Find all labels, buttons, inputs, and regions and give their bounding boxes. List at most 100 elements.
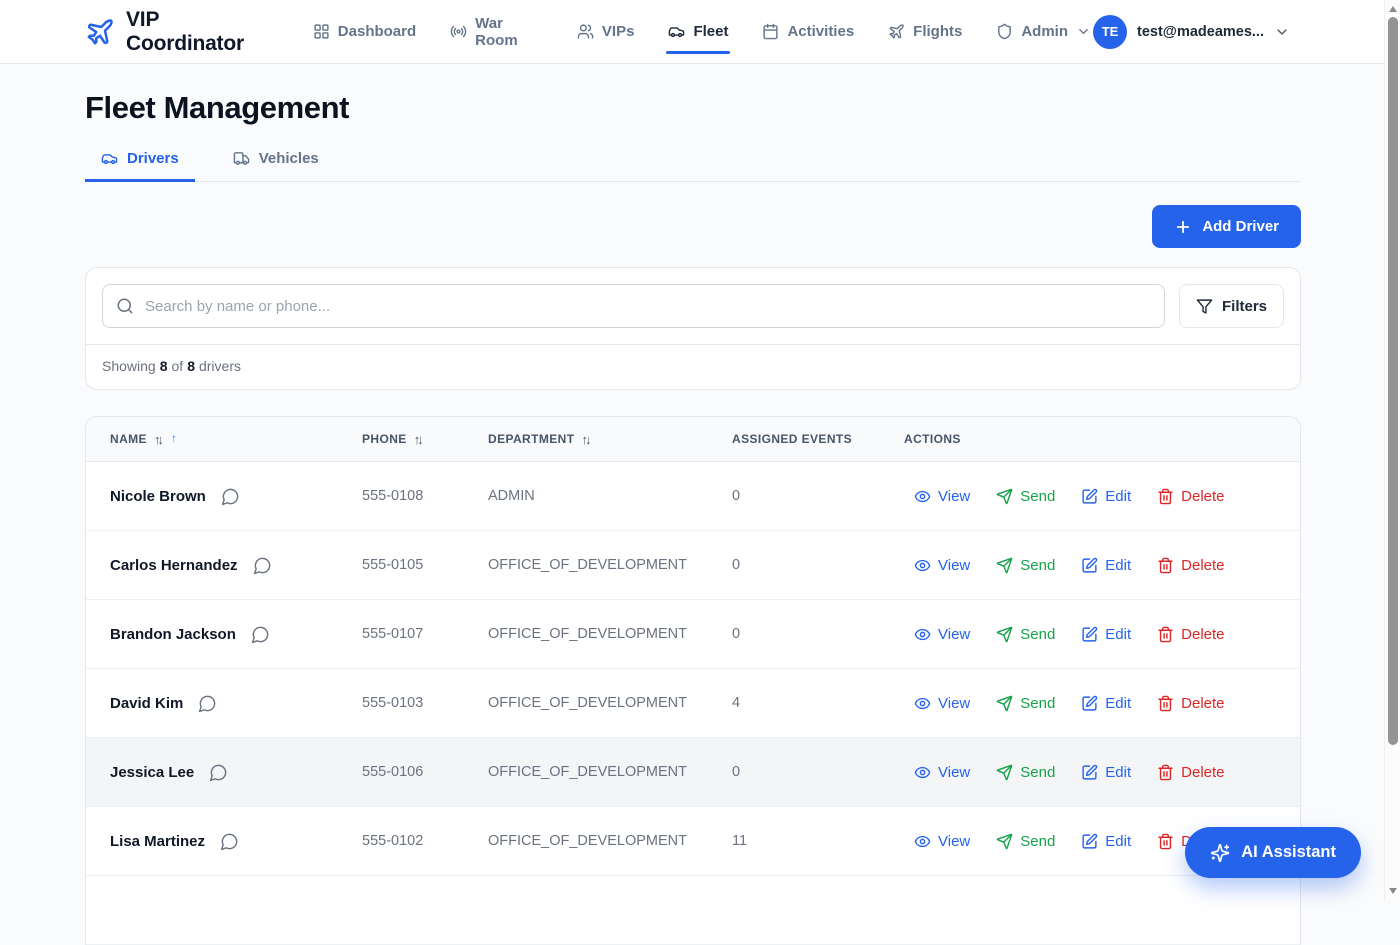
filter-icon: [1196, 298, 1213, 315]
column-header-name[interactable]: NAME↑↓↑: [110, 432, 362, 447]
send-action-button[interactable]: Send: [996, 764, 1055, 781]
drivers-table: NAME↑↓↑PHONE↑↓DEPARTMENT↑↓ASSIGNED EVENT…: [85, 416, 1301, 945]
delete-action-button[interactable]: Delete: [1157, 626, 1224, 643]
assigned-events-count: 0: [732, 626, 904, 642]
chat-icon[interactable]: [251, 625, 270, 644]
chat-icon[interactable]: [253, 556, 272, 575]
top-navbar: VIP Coordinator Dashboard War Room VIPs Fle…: [0, 0, 1400, 64]
edit-action-button[interactable]: Edit: [1081, 695, 1131, 712]
main-content: Fleet Management Drivers Vehicles Add Dri…: [85, 90, 1301, 945]
view-action-button[interactable]: View: [914, 764, 970, 781]
nav-item-vips[interactable]: VIPs: [575, 19, 637, 44]
view-action-button[interactable]: View: [914, 833, 970, 850]
action-label: Delete: [1181, 626, 1224, 643]
nav-item-label: Admin: [1021, 23, 1068, 40]
nav-item-fleet[interactable]: Fleet: [666, 19, 730, 44]
row-actions: View Send Edit Delete: [904, 488, 1300, 505]
trash-icon: [1157, 488, 1174, 505]
delete-action-button[interactable]: Delete: [1157, 764, 1224, 781]
send-action-button[interactable]: Send: [996, 695, 1055, 712]
delete-action-button[interactable]: Delete: [1157, 557, 1224, 574]
tab-drivers[interactable]: Drivers: [85, 150, 195, 182]
chat-icon[interactable]: [220, 832, 239, 851]
search-panel: Filters Showing 8 of 8 drivers: [85, 267, 1301, 390]
edit-action-button[interactable]: Edit: [1081, 764, 1131, 781]
send-action-button[interactable]: Send: [996, 833, 1055, 850]
view-action-button[interactable]: View: [914, 695, 970, 712]
tab-vehicles[interactable]: Vehicles: [217, 150, 335, 182]
column-header-phone[interactable]: PHONE↑↓: [362, 432, 488, 447]
row-actions: View Send Edit Delete: [904, 764, 1300, 781]
driver-department: ADMIN: [488, 488, 732, 504]
delete-action-button[interactable]: Delete: [1157, 488, 1224, 505]
delete-action-button[interactable]: Delete: [1157, 695, 1224, 712]
car-icon: [101, 150, 118, 167]
column-header-assigned-events: ASSIGNED EVENTS: [732, 432, 904, 446]
edit-action-button[interactable]: Edit: [1081, 833, 1131, 850]
driver-department: OFFICE_OF_DEVELOPMENT: [488, 833, 732, 849]
chat-icon[interactable]: [209, 763, 228, 782]
sort-icon[interactable]: ↑↓: [154, 432, 164, 447]
sort-icon[interactable]: ↑↓: [581, 432, 591, 447]
user-menu[interactable]: TE test@madeames...: [1093, 15, 1290, 49]
column-label: ASSIGNED EVENTS: [732, 432, 852, 446]
total-count: 8: [187, 358, 195, 374]
nav-item-war-room[interactable]: War Room: [448, 11, 545, 53]
action-label: View: [938, 833, 970, 850]
brand[interactable]: VIP Coordinator: [85, 8, 281, 56]
action-label: View: [938, 626, 970, 643]
shown-count: 8: [160, 358, 168, 374]
scrollbar-down-arrow[interactable]: [1389, 888, 1397, 894]
avatar: TE: [1093, 15, 1127, 49]
scrollbar-up-arrow[interactable]: [1389, 6, 1397, 12]
edit-action-button[interactable]: Edit: [1081, 626, 1131, 643]
driver-phone: 555-0107: [362, 626, 488, 642]
nav-item-flights[interactable]: Flights: [886, 19, 964, 44]
view-action-button[interactable]: View: [914, 488, 970, 505]
nav-item-admin[interactable]: Admin: [994, 19, 1093, 44]
view-action-button[interactable]: View: [914, 626, 970, 643]
edit-action-button[interactable]: Edit: [1081, 557, 1131, 574]
filters-button[interactable]: Filters: [1179, 284, 1284, 328]
driver-name: Brandon Jackson: [110, 626, 236, 643]
send-icon: [996, 764, 1013, 781]
driver-department: OFFICE_OF_DEVELOPMENT: [488, 557, 732, 573]
driver-department: OFFICE_OF_DEVELOPMENT: [488, 764, 732, 780]
plane-icon: [888, 23, 905, 40]
driver-name: Jessica Lee: [110, 764, 194, 781]
view-action-button[interactable]: View: [914, 557, 970, 574]
driver-department: OFFICE_OF_DEVELOPMENT: [488, 626, 732, 642]
send-action-button[interactable]: Send: [996, 557, 1055, 574]
table-body: Nicole Brown555-0108ADMIN0ViewSendEditDe…: [86, 462, 1300, 945]
ai-assistant-button[interactable]: AI Assistant: [1185, 827, 1361, 878]
action-label: View: [938, 764, 970, 781]
edit-icon: [1081, 695, 1098, 712]
sort-icon[interactable]: ↑↓: [414, 432, 424, 447]
scrollbar-thumb[interactable]: [1388, 17, 1398, 745]
chat-icon[interactable]: [198, 694, 217, 713]
driver-phone: 555-0102: [362, 833, 488, 849]
sparkles-icon: [1210, 843, 1230, 863]
column-label: DEPARTMENT: [488, 432, 574, 446]
add-driver-label: Add Driver: [1202, 218, 1279, 235]
column-label: ACTIONS: [904, 432, 961, 446]
driver-name-cell: Brandon Jackson: [110, 625, 362, 644]
assigned-events-count: 11: [732, 833, 904, 849]
add-driver-button[interactable]: Add Driver: [1152, 205, 1301, 248]
edit-action-button[interactable]: Edit: [1081, 488, 1131, 505]
chat-icon[interactable]: [221, 487, 240, 506]
scrollbar[interactable]: [1384, 0, 1400, 900]
search-input[interactable]: [102, 284, 1165, 328]
action-label: Edit: [1105, 488, 1131, 505]
edit-icon: [1081, 833, 1098, 850]
nav-item-dashboard[interactable]: Dashboard: [311, 19, 418, 44]
nav-item-activities[interactable]: Activities: [760, 19, 856, 44]
truck-icon: [233, 150, 250, 167]
page-title: Fleet Management: [85, 90, 1301, 126]
send-action-button[interactable]: Send: [996, 488, 1055, 505]
eye-icon: [914, 557, 931, 574]
send-action-button[interactable]: Send: [996, 626, 1055, 643]
column-label: NAME: [110, 432, 147, 446]
column-header-department[interactable]: DEPARTMENT ↑↓: [488, 432, 732, 447]
eye-icon: [914, 626, 931, 643]
